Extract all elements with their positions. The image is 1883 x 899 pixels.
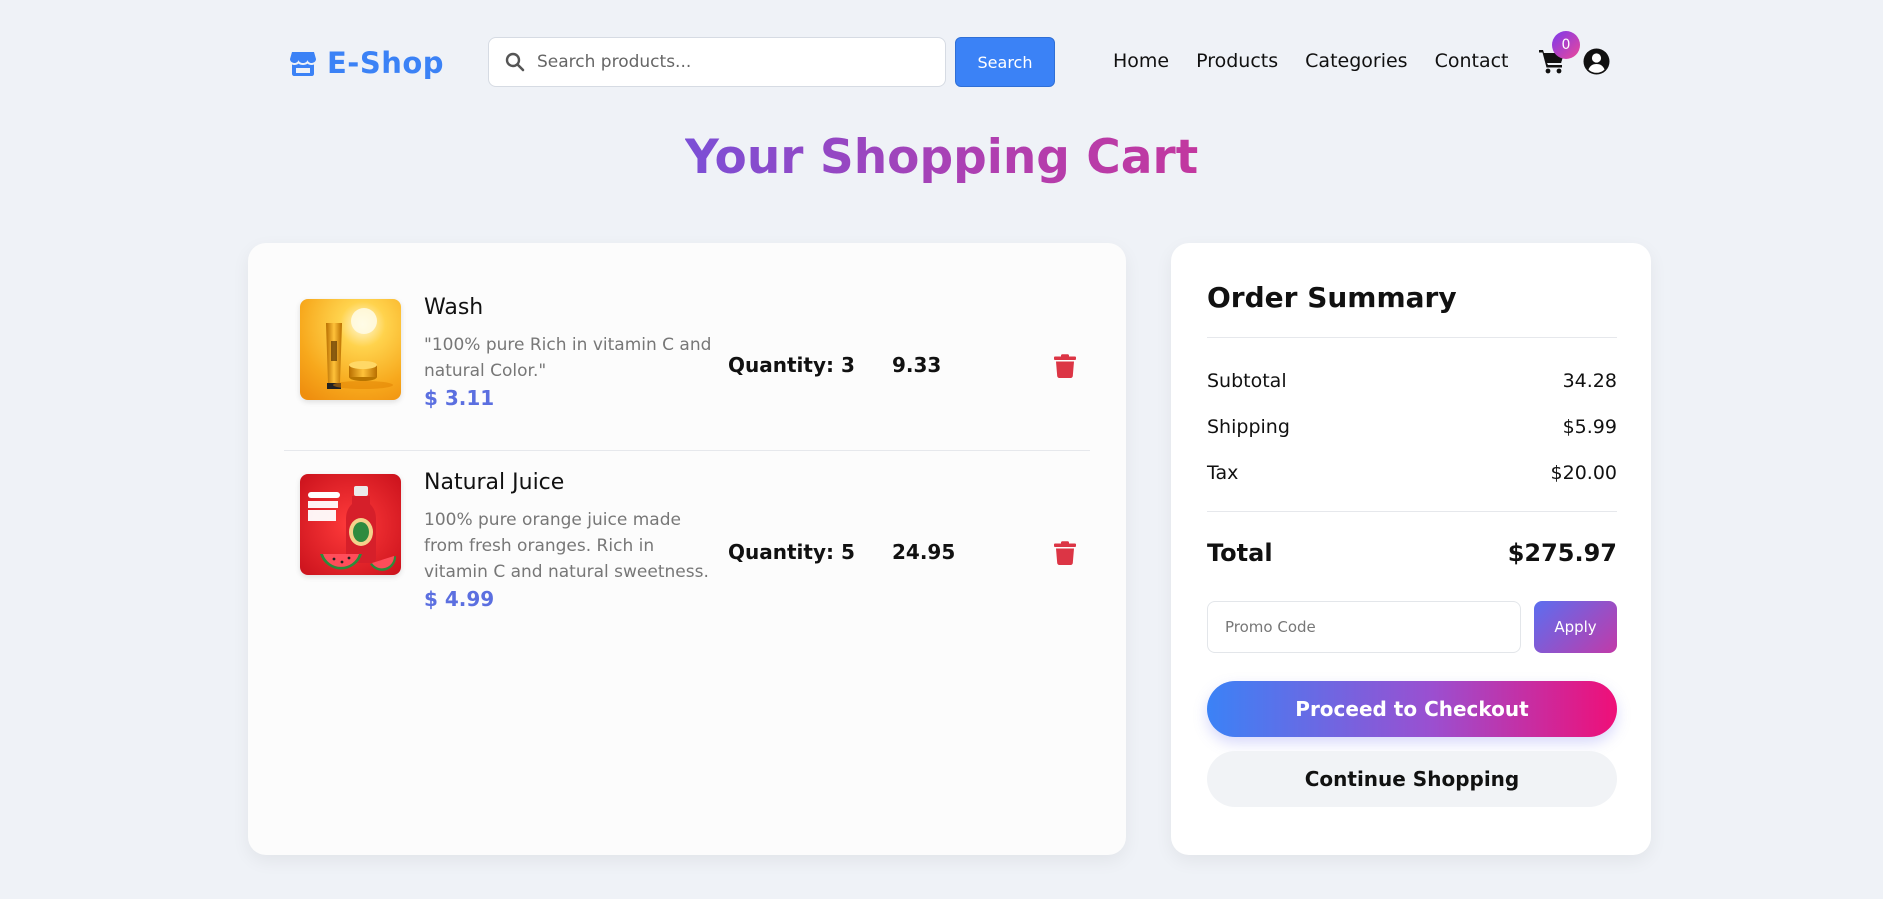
- cart-item: Natural Juice 100% pure orange juice mad…: [284, 452, 1090, 632]
- item-info: Natural Juice 100% pure orange juice mad…: [424, 470, 714, 611]
- item-description: 100% pure orange juice made from fresh o…: [424, 510, 709, 582]
- total-row: Total $275.97: [1207, 539, 1617, 567]
- product-image-wash: [300, 299, 401, 400]
- tax-value: $20.00: [1550, 462, 1617, 484]
- cart-item: Wash "100% pure Rich in vitamin C and na…: [284, 273, 1090, 451]
- nav-products[interactable]: Products: [1196, 50, 1278, 72]
- shipping-value: $5.99: [1562, 416, 1617, 438]
- total-label: Total: [1207, 539, 1273, 567]
- search-icon: [505, 52, 525, 72]
- divider: [1207, 511, 1617, 512]
- logo[interactable]: E-Shop: [289, 46, 444, 80]
- apply-promo-button[interactable]: Apply: [1534, 601, 1617, 653]
- item-quantity: Quantity: 3: [728, 353, 855, 377]
- page-title-text: Your Shopping Cart: [684, 130, 1199, 185]
- nav-categories[interactable]: Categories: [1305, 50, 1407, 72]
- user-circle-icon[interactable]: [1582, 47, 1611, 76]
- main-nav: Home Products Categories Contact: [1113, 50, 1509, 72]
- divider: [1207, 337, 1617, 338]
- nav-home[interactable]: Home: [1113, 50, 1169, 72]
- item-name[interactable]: Natural Juice: [424, 470, 714, 495]
- item-line-total: 9.33: [892, 353, 942, 377]
- item-quantity: Quantity: 5: [728, 540, 855, 564]
- order-summary-title: Order Summary: [1207, 281, 1457, 314]
- subtotal-label: Subtotal: [1207, 370, 1287, 392]
- product-image-natural-juice: [300, 474, 401, 575]
- shipping-label: Shipping: [1207, 416, 1290, 438]
- subtotal-value: 34.28: [1562, 370, 1617, 392]
- search-button[interactable]: Search: [955, 37, 1055, 87]
- cart-items-panel: Wash "100% pure Rich in vitamin C and na…: [248, 243, 1126, 855]
- trash-icon[interactable]: [1054, 541, 1076, 565]
- tax-label: Tax: [1207, 462, 1239, 484]
- logo-text: E-Shop: [327, 46, 445, 80]
- header: E-Shop Search Home Products Categories C…: [0, 0, 1883, 125]
- cart-count-badge: 0: [1552, 31, 1580, 59]
- nav-contact[interactable]: Contact: [1435, 50, 1509, 72]
- item-unit-price: $ 4.99: [424, 587, 495, 611]
- shipping-row: Shipping $5.99: [1207, 416, 1617, 438]
- item-info: Wash "100% pure Rich in vitamin C and na…: [424, 295, 714, 410]
- proceed-to-checkout-button[interactable]: Proceed to Checkout: [1207, 681, 1617, 737]
- page-title: Your Shopping Cart: [0, 130, 1883, 185]
- search-input[interactable]: [537, 52, 917, 72]
- tax-row: Tax $20.00: [1207, 462, 1617, 484]
- item-line-total: 24.95: [892, 540, 956, 564]
- total-value: $275.97: [1507, 539, 1617, 567]
- order-summary-panel: Order Summary Subtotal 34.28 Shipping $5…: [1171, 243, 1651, 855]
- search-box: [488, 37, 946, 87]
- store-icon: [290, 52, 316, 76]
- trash-icon[interactable]: [1054, 354, 1076, 378]
- item-description: "100% pure Rich in vitamin C and natural…: [424, 335, 712, 381]
- subtotal-row: Subtotal 34.28: [1207, 370, 1617, 392]
- item-name[interactable]: Wash: [424, 295, 714, 320]
- item-unit-price: $ 3.11: [424, 386, 495, 410]
- continue-shopping-button[interactable]: Continue Shopping: [1207, 751, 1617, 807]
- promo-code-input[interactable]: [1207, 601, 1521, 653]
